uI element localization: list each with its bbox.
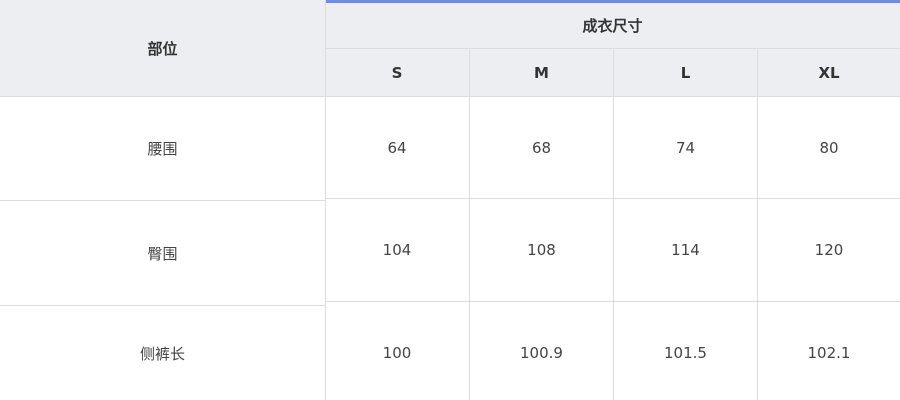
grid-line [0, 96, 325, 97]
value-cell: 102.1 [807, 344, 851, 362]
value-cell: 120 [814, 241, 844, 259]
size-group-header: 成衣尺寸 [325, 3, 900, 48]
row-part-label: 侧裤长 [139, 344, 185, 363]
grid-line [613, 49, 614, 400]
value-cell: 100.9 [520, 344, 563, 362]
grid-line [325, 0, 326, 400]
grid-line [0, 305, 325, 306]
row-part-label: 腰围 [147, 140, 178, 158]
size-header-m: M [470, 49, 613, 96]
grid-line [757, 49, 758, 400]
value-cell: 74 [675, 138, 696, 157]
part-header: 部位 [0, 0, 325, 96]
value-cell: 80 [819, 138, 839, 157]
row-part-label: 臀围 [147, 244, 178, 263]
value-cell: 101.5 [664, 344, 707, 362]
value-cell: 100 [382, 344, 412, 362]
size-header-s: S [325, 49, 469, 96]
value-cell: 64 [387, 138, 407, 157]
value-cell: 108 [527, 241, 556, 259]
size-header-l: L [614, 49, 757, 96]
size-header-xl: XL [758, 49, 900, 96]
size-chart-page: 部位 腰围 臀围 侧裤长 成衣尺寸 S M L XL 64 68 74 80 1… [0, 0, 900, 400]
grid-line [0, 200, 325, 201]
value-cell: 68 [531, 138, 552, 157]
grid-line [469, 49, 470, 400]
value-cell: 104 [382, 241, 412, 259]
value-cell: 114 [671, 241, 700, 259]
